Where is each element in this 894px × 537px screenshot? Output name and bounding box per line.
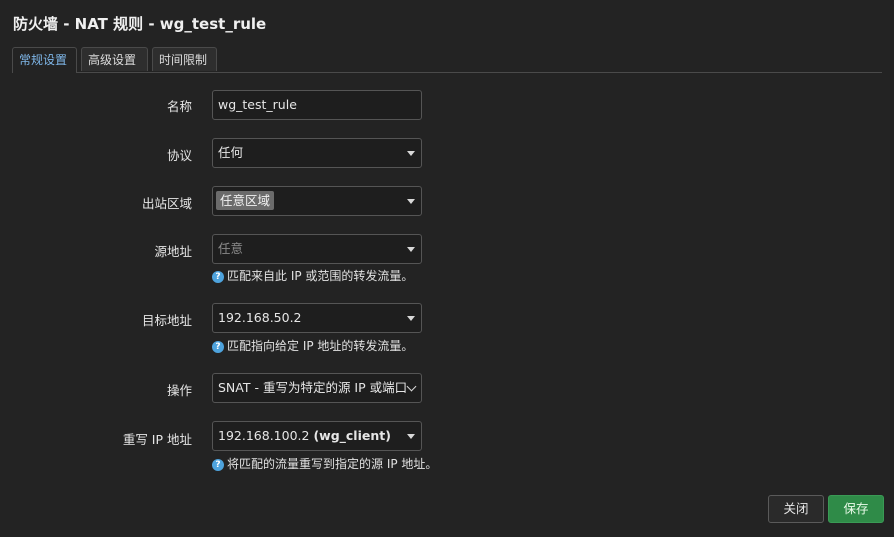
protocol-select-value: 任何 xyxy=(218,145,244,160)
source-address-label: 源地址 xyxy=(154,244,192,259)
rewrite-ip-hint-text: 将匹配的流量重写到指定的源 IP 地址。 xyxy=(227,457,438,471)
tab-bar: 常规设置 高级设置 时间限制 xyxy=(12,47,882,73)
dest-address-hint-text: 匹配指向给定 IP 地址的转发流量。 xyxy=(227,339,414,353)
name-input[interactable]: wg_test_rule xyxy=(212,90,422,120)
name-label: 名称 xyxy=(166,99,192,114)
source-address-value: 任意 xyxy=(218,241,244,256)
help-icon: ? xyxy=(212,341,224,353)
source-address-hint: ? 匹配来自此 IP 或范围的转发流量。 xyxy=(212,267,413,284)
action-select-value: SNAT - 重写为特定的源 IP 或端口 xyxy=(218,380,408,395)
tab-time-restrictions[interactable]: 时间限制 xyxy=(152,47,217,71)
save-button[interactable]: 保存 xyxy=(828,495,884,523)
outbound-zone-label: 出站区域 xyxy=(141,196,192,211)
dest-address-hint: ? 匹配指向给定 IP 地址的转发流量。 xyxy=(212,337,413,354)
tab-general-settings[interactable]: 常规设置 xyxy=(12,47,77,73)
rewrite-ip-hint: ? 将匹配的流量重写到指定的源 IP 地址。 xyxy=(212,455,437,472)
rewrite-ip-value: 192.168.100.2 xyxy=(218,428,310,443)
tab-advanced-settings[interactable]: 高级设置 xyxy=(81,47,148,71)
dropdown-caret-icon xyxy=(407,199,415,204)
help-icon: ? xyxy=(212,271,224,283)
dropdown-caret-icon xyxy=(407,247,415,252)
dropdown-caret-icon xyxy=(407,434,415,439)
rewrite-ip-host: (wg_client) xyxy=(313,428,391,443)
protocol-label: 协议 xyxy=(166,148,192,163)
action-label: 操作 xyxy=(166,383,192,398)
zone-chip: 任意区域 xyxy=(216,191,275,210)
dest-address-select[interactable]: 192.168.50.2 xyxy=(212,303,422,333)
outbound-zone-select[interactable]: 任意区域 xyxy=(212,186,422,216)
rewrite-ip-label: 重写 IP 地址 xyxy=(122,432,192,447)
chevron-down-icon xyxy=(406,381,417,392)
dest-address-label: 目标地址 xyxy=(141,313,192,328)
dropdown-caret-icon xyxy=(407,151,415,156)
nat-rule-dialog: 防火墙 - NAT 规则 - wg_test_rule 常规设置 高级设置 时间… xyxy=(0,0,894,537)
dialog-title: 防火墙 - NAT 规则 - wg_test_rule xyxy=(13,15,267,33)
source-address-hint-text: 匹配来自此 IP 或范围的转发流量。 xyxy=(227,269,414,283)
action-select[interactable]: SNAT - 重写为特定的源 IP 或端口 xyxy=(212,373,422,403)
help-icon: ? xyxy=(212,459,224,471)
close-button[interactable]: 关闭 xyxy=(768,495,824,523)
dest-address-value: 192.168.50.2 xyxy=(218,310,302,325)
dropdown-caret-icon xyxy=(407,316,415,321)
name-input-value: wg_test_rule xyxy=(218,97,297,112)
source-address-select[interactable]: 任意 xyxy=(212,234,422,264)
rewrite-ip-select[interactable]: 192.168.100.2 (wg_client) xyxy=(212,421,422,451)
protocol-select[interactable]: 任何 xyxy=(212,138,422,168)
